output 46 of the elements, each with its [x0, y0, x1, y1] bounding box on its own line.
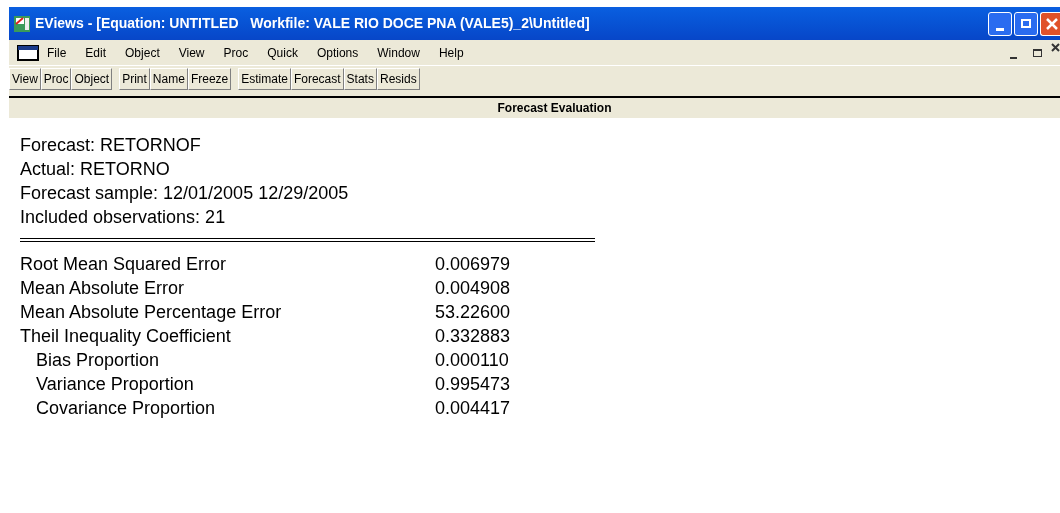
- window-title: EViews - [Equation: UNTITLED Workfile: VALE RIO DOCE PNA (VALE5)_2\Untitled]: [35, 14, 591, 33]
- menu-item[interactable]: File: [47, 43, 67, 62]
- menu-item[interactable]: Window: [377, 43, 420, 62]
- stat-value: 0.000110: [435, 349, 509, 372]
- app-icon: [13, 14, 31, 33]
- toolbar-button[interactable]: Name: [149, 68, 188, 90]
- stat-label: Theil Inequality Coefficient: [20, 325, 232, 348]
- menu-item[interactable]: Proc: [223, 43, 249, 62]
- stat-value: 0.004908: [435, 277, 511, 300]
- toolbar-button[interactable]: Resids: [376, 68, 420, 90]
- header-line: Actual: RETORNO: [20, 158, 170, 181]
- menu-item[interactable]: Object: [125, 43, 160, 62]
- toolbar-button[interactable]: Print: [119, 68, 150, 90]
- close-icon[interactable]: [1051, 42, 1060, 52]
- header-line: Forecast sample: 12/01/2005 12/29/2005: [20, 182, 349, 205]
- close-icon: [1045, 16, 1059, 31]
- window-icon: [17, 44, 39, 61]
- header-line: Included observations: 21: [20, 206, 226, 229]
- toolbar-button[interactable]: Stats: [343, 68, 377, 90]
- menu-item[interactable]: Help: [438, 43, 464, 62]
- view-title: Forecast Evaluation: [497, 100, 612, 117]
- toolbar-button[interactable]: Proc: [40, 68, 72, 90]
- toolbar-button[interactable]: Object: [71, 68, 113, 90]
- close-button[interactable]: [1040, 11, 1060, 36]
- stat-value: 0.004417: [435, 397, 511, 420]
- toolbar-button[interactable]: Forecast: [290, 68, 344, 90]
- menu-item[interactable]: Options: [316, 43, 359, 62]
- stat-label: Covariance Proportion: [35, 397, 217, 420]
- menu-item[interactable]: Edit: [85, 43, 107, 62]
- toolbar-button[interactable]: Freeze: [187, 68, 232, 90]
- header-line: Forecast: RETORNOF: [20, 134, 201, 157]
- menu-item[interactable]: View: [178, 43, 205, 62]
- stat-label: Root Mean Squared Error: [20, 253, 228, 276]
- stat-label: Mean Absolute Percentage Error: [20, 301, 283, 324]
- restore-button[interactable]: [1014, 11, 1038, 36]
- stat-value: 0.995473: [435, 373, 511, 396]
- stat-label: Variance Proportion: [35, 373, 195, 396]
- stat-label: Mean Absolute Error: [20, 277, 186, 300]
- toolbar-button[interactable]: View: [9, 68, 41, 90]
- minimize-button[interactable]: [988, 11, 1012, 36]
- toolbar-button[interactable]: Estimate: [238, 68, 291, 90]
- stat-value: 0.006979: [435, 253, 511, 276]
- stat-value: 0.332883: [435, 325, 511, 348]
- menu-item[interactable]: Quick: [267, 43, 298, 62]
- stat-value: 53.22600: [435, 301, 511, 324]
- stat-label: Bias Proportion: [35, 349, 161, 372]
